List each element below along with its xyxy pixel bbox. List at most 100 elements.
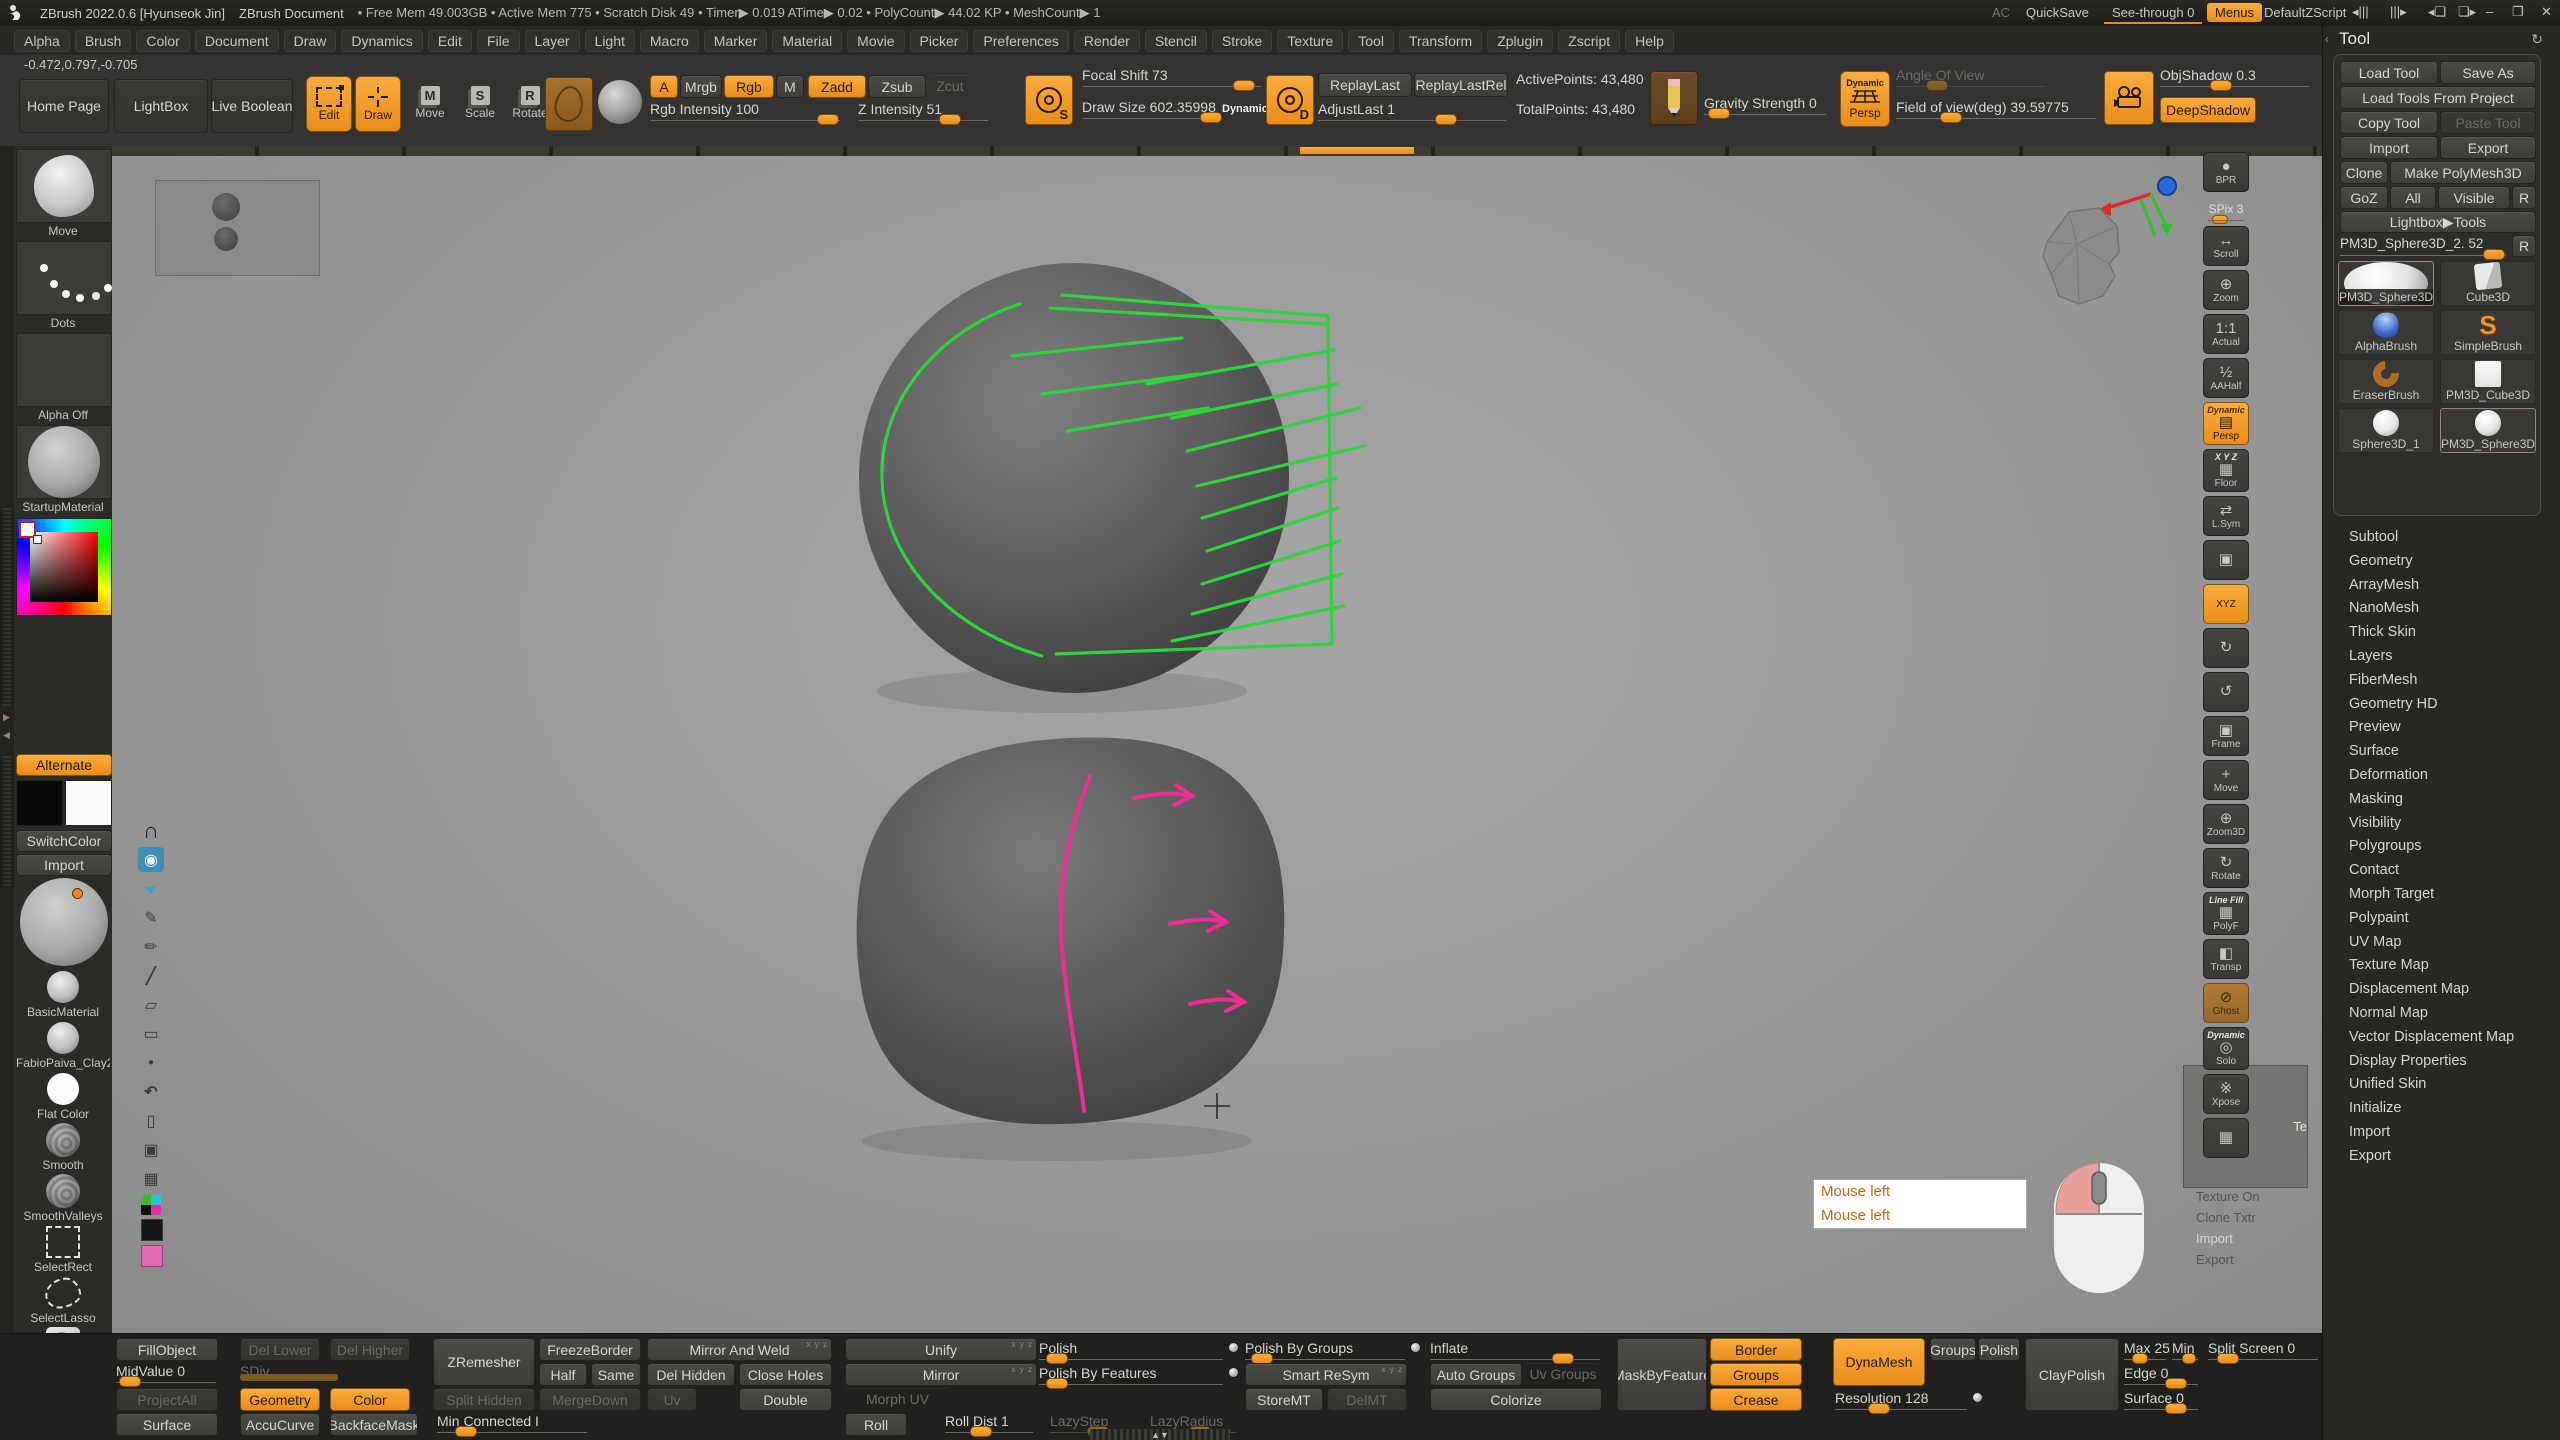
tool-section-item[interactable]: Surface <box>2349 740 2514 764</box>
live-boolean-button[interactable]: Live Boolean <box>211 79 293 133</box>
edge-slider[interactable]: Edge 0 <box>2124 1365 2198 1385</box>
tool-section-item[interactable]: Thick Skin <box>2349 621 2514 645</box>
accu-curve-button[interactable]: AccuCurve <box>240 1413 320 1436</box>
polish-by-groups-slider[interactable]: Polish By Groups <box>1245 1340 1405 1360</box>
camera-icon[interactable] <box>138 1137 164 1162</box>
tool-alphabrush[interactable]: AlphaBrush <box>2338 310 2434 355</box>
tool-pm3d-sphere3d-2[interactable]: PM3D_Sphere3D <box>2440 408 2536 453</box>
line-icon[interactable] <box>138 963 164 988</box>
smart-resym-button[interactable]: Smart ReSymx y z <box>1245 1363 1407 1386</box>
window-prev-icon[interactable]: ◂❏ <box>2428 4 2446 20</box>
menu-item[interactable]: Brush <box>75 30 132 52</box>
double-button[interactable]: Double <box>739 1388 832 1411</box>
tool-section-item[interactable]: Contact <box>2349 859 2514 883</box>
menu-item[interactable]: Stencil <box>1145 30 1207 52</box>
tool-section-item[interactable]: NanoMesh <box>2349 597 2514 621</box>
tool-sphere3d-1[interactable]: Sphere3D_1 <box>2338 408 2434 453</box>
anchor-toggle[interactable]: A <box>650 75 678 98</box>
eye-icon[interactable] <box>138 847 164 872</box>
xpose-button[interactable]: ※ Xpose <box>2203 1074 2249 1114</box>
paste-tool-button[interactable]: Paste Tool <box>2440 111 2536 134</box>
polish-by-features-slider[interactable]: Polish By Features <box>1039 1365 1223 1385</box>
tool-section-item[interactable]: Polypaint <box>2349 907 2514 931</box>
menu-item[interactable]: File <box>477 30 520 52</box>
mirror-and-weld-button[interactable]: Mirror And Weldx y z <box>647 1338 832 1361</box>
mrgb-toggle[interactable]: Mrgb <box>680 75 722 98</box>
rotate-z-button[interactable]: ↺ <box>2203 672 2249 712</box>
polish-toggle-dot[interactable] <box>1228 1342 1239 1353</box>
import-texture-button[interactable]: Import <box>16 854 112 876</box>
pen-icon[interactable] <box>138 905 164 930</box>
deep-shadow-button[interactable]: DeepShadow <box>2160 97 2256 123</box>
menu-item[interactable]: Preferences <box>973 30 1068 52</box>
see-through-slider[interactable]: See-through 0 <box>2104 3 2202 24</box>
tool-section-item[interactable]: Displacement Map <box>2349 978 2514 1002</box>
polish-slider[interactable]: Polish <box>1039 1340 1223 1360</box>
current-texture[interactable]: StartupMaterial <box>16 425 110 514</box>
menu-item[interactable]: Texture <box>1277 30 1343 52</box>
rotate-button[interactable]: ↻ Rotate <box>2203 848 2249 888</box>
brush-smooth[interactable]: Smooth <box>16 1123 110 1172</box>
transp-button[interactable]: ◧ Transp <box>2203 939 2249 979</box>
dot-icon[interactable] <box>138 1050 164 1075</box>
roll-button[interactable]: Roll <box>845 1413 907 1436</box>
focal-shift-slider[interactable]: Focal Shift 73 <box>1082 67 1262 87</box>
geometry-toggle[interactable]: Geometry <box>240 1388 320 1411</box>
menu-item[interactable]: Color <box>136 30 189 52</box>
zsub-toggle[interactable]: Zsub <box>868 75 926 98</box>
draw-mode-button[interactable]: Draw <box>355 76 401 132</box>
del-lower-button[interactable]: Del Lower <box>240 1338 320 1361</box>
tool-section-item[interactable]: Visibility <box>2349 812 2514 836</box>
menu-item[interactable]: Zscript <box>1558 30 1620 52</box>
material-basic[interactable]: BasicMaterial <box>16 970 110 1019</box>
tool-section-item[interactable]: FiberMesh <box>2349 669 2514 693</box>
tool-section-item[interactable]: Deformation <box>2349 764 2514 788</box>
tool-section-item[interactable]: ArrayMesh <box>2349 574 2514 598</box>
z-intensity-slider[interactable]: Z Intensity 51 <box>858 101 988 121</box>
brush-select-rect[interactable]: SelectRect <box>16 1225 110 1274</box>
xyz-button[interactable]: XYZ <box>2203 584 2249 624</box>
camera-head-widget[interactable] <box>2027 204 2127 309</box>
ac-button[interactable]: AC <box>1984 3 2018 22</box>
tool-section-item[interactable]: Masking <box>2349 788 2514 812</box>
resolution-slider[interactable]: Resolution 128 <box>1835 1390 1967 1410</box>
pencil-icon[interactable] <box>138 934 164 959</box>
resolution-toggle-dot[interactable] <box>1972 1392 1983 1403</box>
del-hidden-button[interactable]: Del Hidden <box>647 1363 735 1386</box>
sdiv-slider[interactable]: SDiv <box>240 1363 408 1383</box>
tool-section-item[interactable]: Subtool <box>2349 526 2514 550</box>
tool-cube3d[interactable]: Cube3D <box>2440 261 2536 306</box>
cursor-icon[interactable] <box>138 876 164 901</box>
movie-camera-button[interactable] <box>2104 71 2154 125</box>
tool-section-item[interactable]: Geometry <box>2349 550 2514 574</box>
menu-item[interactable]: Edit <box>428 30 472 52</box>
frame-button[interactable]: ▣ Frame <box>2203 716 2249 756</box>
menu-item[interactable]: Tool <box>1348 30 1394 52</box>
material-fabiopaiva-clay[interactable]: FabioPaiva_Clay2 <box>16 1021 110 1070</box>
trash-icon[interactable] <box>138 1108 164 1133</box>
tool-eraserbrush[interactable]: EraserBrush <box>2338 359 2434 404</box>
menu-item[interactable]: Render <box>1074 30 1140 52</box>
stroke-size-button[interactable]: S <box>1025 75 1073 125</box>
lightbox-tools-button[interactable]: Lightbox▶Tools <box>2340 211 2536 233</box>
rgb-intensity-slider[interactable]: Rgb Intensity 100 <box>650 101 840 121</box>
unify-button[interactable]: Unifyx y z <box>845 1338 1037 1361</box>
zoom3d-button[interactable]: ⊕ Zoom3D <box>2203 804 2249 844</box>
import-tool-button[interactable]: Import <box>2340 136 2438 159</box>
secondary-color-swatch[interactable] <box>65 780 112 826</box>
current-stroke[interactable]: Dots <box>16 241 110 330</box>
goz-button[interactable]: GoZ <box>2340 186 2388 209</box>
image-icon[interactable] <box>138 1166 164 1191</box>
current-material-preview[interactable] <box>20 878 108 966</box>
refresh-icon[interactable]: ↻ <box>2531 31 2543 48</box>
export-tool-button[interactable]: Export <box>2440 136 2536 159</box>
max-slider[interactable]: Max 25 <box>2124 1340 2166 1360</box>
solo-button[interactable]: Dynamic ◎ Solo <box>2203 1027 2249 1070</box>
tool-section-item[interactable]: Display Properties <box>2349 1050 2514 1074</box>
tool-section-item[interactable]: Unified Skin <box>2349 1073 2514 1097</box>
auto-groups-button[interactable]: Auto Groups <box>1430 1363 1522 1386</box>
panel-collapse-arrow[interactable]: ‹ <box>2325 32 2329 46</box>
material-flat-color[interactable]: Flat Color <box>16 1072 110 1121</box>
undo-icon[interactable] <box>138 1079 164 1104</box>
project-all-button[interactable]: ProjectAll <box>116 1388 218 1411</box>
